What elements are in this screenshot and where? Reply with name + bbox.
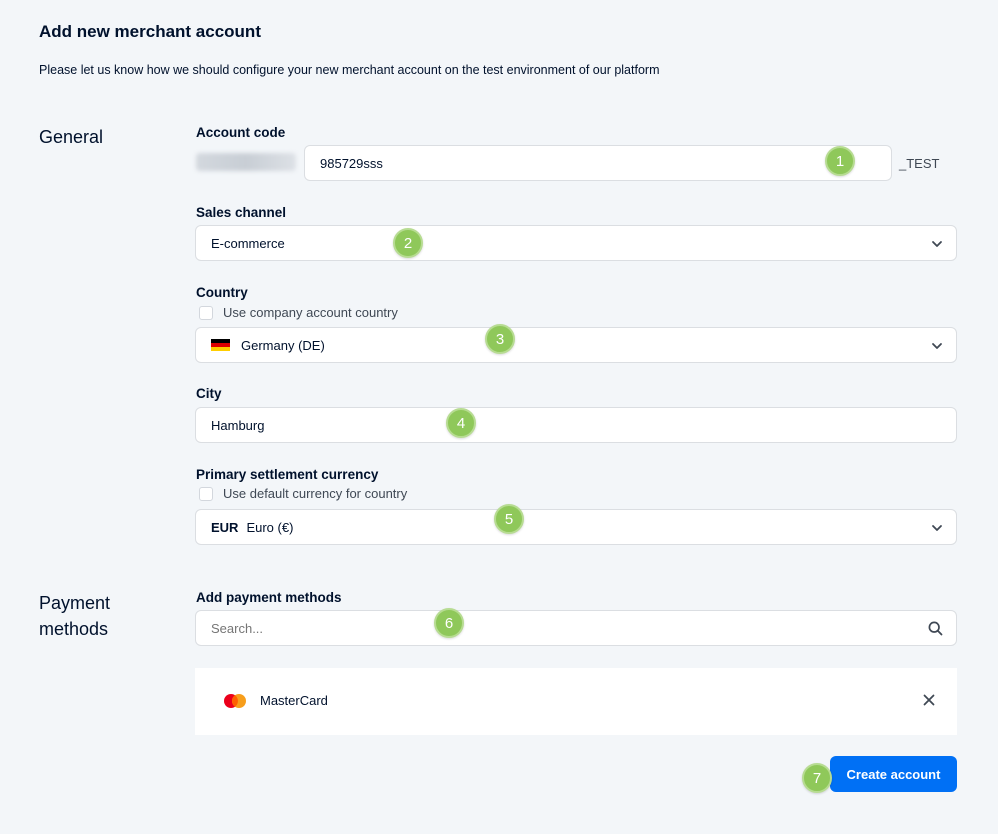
currency-label: Primary settlement currency: [196, 467, 379, 482]
search-icon[interactable]: [928, 621, 943, 636]
create-account-button[interactable]: Create account: [830, 756, 957, 792]
chevron-down-icon: [932, 241, 942, 247]
payment-methods-search[interactable]: [195, 610, 957, 646]
currency-name: Euro (€): [246, 519, 294, 535]
page-title: Add new merchant account: [39, 22, 261, 41]
section-payment-label-line1: Payment: [39, 593, 111, 613]
mastercard-icon: [224, 694, 246, 708]
payment-method-name: MasterCard: [260, 693, 328, 708]
currency-select[interactable]: EUR Euro (€): [195, 509, 957, 545]
city-input[interactable]: Hamburg: [195, 407, 957, 443]
account-code-prefix-redacted: [196, 153, 296, 171]
annotation-badge: 6: [434, 608, 464, 638]
city-label: City: [196, 386, 222, 401]
use-company-country-label: Use company account country: [223, 305, 398, 320]
currency-code: EUR: [211, 519, 239, 535]
country-select[interactable]: Germany (DE): [195, 327, 957, 363]
annotation-badge: 1: [825, 146, 855, 176]
city-value: Hamburg: [211, 417, 265, 433]
sales-channel-select[interactable]: E-commerce: [195, 225, 957, 261]
sales-channel-value: E-commerce: [211, 235, 285, 251]
annotation-badge: 4: [446, 408, 476, 438]
section-payment-label-line2: methods: [39, 619, 109, 639]
account-code-input[interactable]: 985729sss: [304, 145, 892, 181]
chevron-down-icon: [932, 525, 942, 531]
close-icon[interactable]: [923, 694, 935, 706]
use-default-currency-checkbox[interactable]: [199, 486, 213, 501]
annotation-badge: 3: [485, 324, 515, 354]
payment-method-item: MasterCard: [195, 668, 957, 735]
account-code-value: 985729sss: [320, 155, 383, 171]
account-code-suffix: _TEST: [899, 156, 940, 171]
use-company-country-row[interactable]: Use company account country: [199, 305, 398, 320]
country-value: Germany (DE): [241, 337, 325, 353]
sales-channel-label: Sales channel: [196, 205, 287, 220]
annotation-badge: 7: [802, 763, 832, 793]
page-subtitle: Please let us know how we should configu…: [39, 63, 660, 77]
section-payment-methods-label: Payment methods: [39, 590, 110, 642]
annotation-badge: 2: [393, 228, 423, 258]
germany-flag-icon: [211, 338, 230, 352]
use-company-country-checkbox[interactable]: [199, 305, 213, 320]
payment-methods-label: Add payment methods: [196, 590, 342, 605]
use-default-currency-label: Use default currency for country: [223, 486, 408, 501]
country-label: Country: [196, 285, 248, 300]
section-general-label: General: [39, 127, 104, 147]
use-default-currency-row[interactable]: Use default currency for country: [199, 486, 407, 501]
chevron-down-icon: [932, 343, 942, 349]
payment-methods-search-input[interactable]: [196, 611, 896, 645]
annotation-badge: 5: [494, 504, 524, 534]
account-code-label: Account code: [196, 125, 286, 140]
